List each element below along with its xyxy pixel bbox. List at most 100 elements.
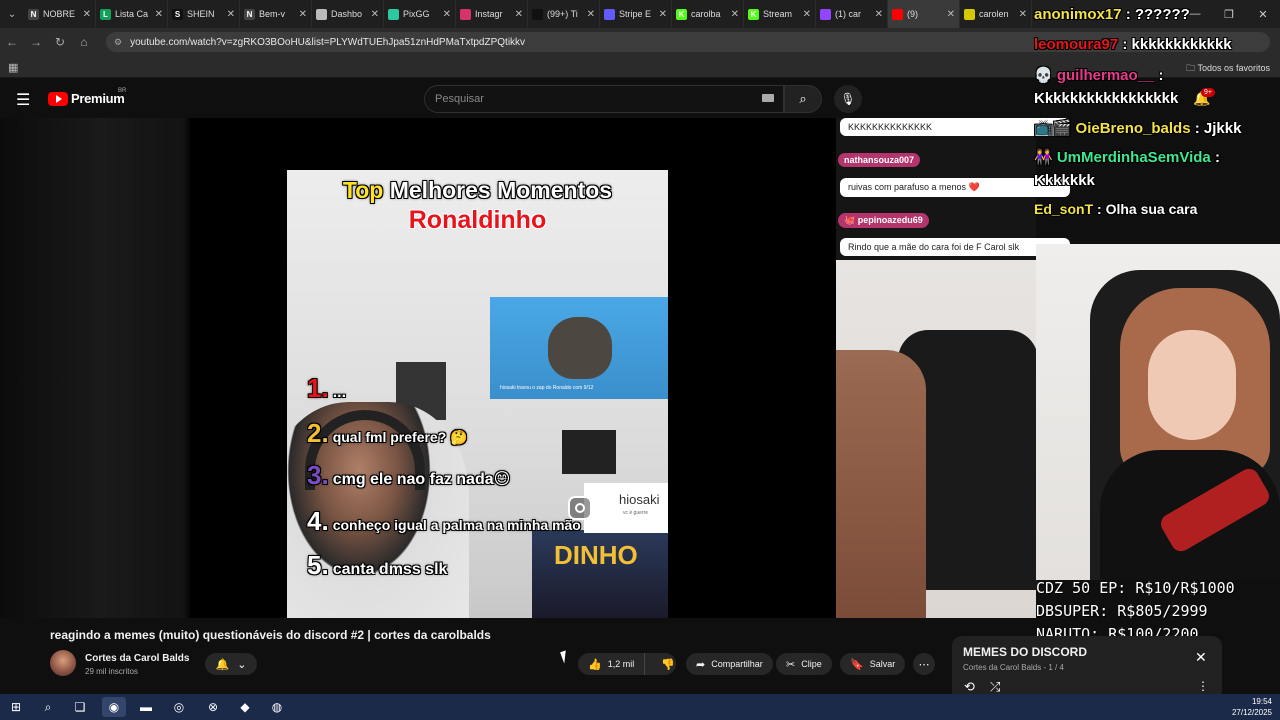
tab-favicon-icon: K <box>676 8 687 20</box>
chrome-icon[interactable]: ◉ <box>102 697 126 717</box>
tab-close-icon[interactable]: ✕ <box>1019 9 1027 20</box>
tab-close-icon[interactable]: ✕ <box>371 9 379 20</box>
tab-close-icon[interactable]: ✕ <box>587 9 595 20</box>
tab-close-icon[interactable]: ✕ <box>299 9 307 20</box>
like-button[interactable]: 👍 1,2 mil <box>578 653 646 675</box>
xbox-icon[interactable]: ⊗ <box>201 697 225 717</box>
chevron-down-icon: ⌄ <box>237 658 247 671</box>
tab-favicon-icon <box>388 8 399 20</box>
browser-tab[interactable]: Kcarolba ✕ <box>672 0 744 28</box>
site-info-icon[interactable]: ⚙ <box>114 37 122 48</box>
reload-icon[interactable]: ↻ <box>48 28 72 56</box>
browser-tab[interactable]: Dashbo ✕ <box>312 0 384 28</box>
dislike-button[interactable]: 👎 <box>651 653 685 675</box>
share-button[interactable]: ➦ Compartilhar <box>686 653 773 675</box>
browser-tab[interactable]: N Bem-v ✕ <box>240 0 312 28</box>
meme-item-text: canta dmss slk <box>332 561 448 578</box>
channel-avatar[interactable] <box>50 650 76 676</box>
playlist-panel: MEMES DO DISCORD Cortes da Carol Balds -… <box>952 636 1222 698</box>
search-taskbar-icon[interactable]: ⌕ <box>36 697 60 717</box>
clip-button[interactable]: ✂ Clipe <box>776 653 832 675</box>
tab-close-icon[interactable]: ✕ <box>731 9 739 20</box>
more-vertical-icon[interactable]: ⋮ <box>1197 679 1209 693</box>
forward-icon[interactable]: → <box>24 28 48 56</box>
tab-label: carolba <box>691 9 721 19</box>
mouse-cursor <box>560 650 570 664</box>
home-icon[interactable]: ⌂ <box>72 28 96 56</box>
meme-item-number: 1. <box>307 373 329 403</box>
subscribed-button[interactable]: 🔔 ⌄ <box>205 653 257 675</box>
poster-image <box>562 430 616 474</box>
store-icon[interactable]: ◆ <box>233 697 257 717</box>
apps-icon[interactable]: ▦ <box>8 61 18 74</box>
browser-tab[interactable]: Instagr ✕ <box>456 0 528 28</box>
system-clock[interactable]: 19:54 27/12/2025 <box>1232 696 1272 718</box>
twitch-chat-msg: : <box>1210 149 1220 166</box>
hiosaki-card <box>584 483 668 533</box>
playlist-title[interactable]: MEMES DO DISCORD <box>963 645 1087 659</box>
playlist-position: 1 / 4 <box>1048 663 1064 672</box>
tab-close-icon[interactable]: ✕ <box>155 9 163 20</box>
shuffle-icon[interactable]: ⤮ <box>990 679 1000 695</box>
tab-label: Stream <box>763 9 793 19</box>
tab-label: (99+) Ti <box>547 9 578 19</box>
tab-label: Bem-v <box>259 9 286 19</box>
browser-tab[interactable]: PixGG ✕ <box>384 0 456 28</box>
browser-tab[interactable]: K Stream ✕ <box>744 0 816 28</box>
tab-close-icon[interactable]: ✕ <box>803 9 811 20</box>
twitch-chat-line: Ed_sonT : Olha sua cara <box>1034 201 1197 217</box>
browser-tab[interactable]: (99+) Ti ✕ <box>528 0 600 28</box>
tab-close-icon[interactable]: ✕ <box>875 9 883 20</box>
task-view-icon[interactable]: ❏ <box>68 697 92 717</box>
search-button[interactable]: ⌕ <box>784 85 822 113</box>
browser-tab[interactable]: carolen ✕ <box>960 0 1032 28</box>
meme-item: 2. qual fml prefere? 🤔 <box>307 418 468 449</box>
meme-item-text: conheço igual a palma na minha mão <box>332 517 581 533</box>
twitch-chat-msg: : kkkkkkkkkkkk <box>1118 36 1232 53</box>
tab-label: Stripe E <box>619 9 652 19</box>
tab-label: SHEIN <box>187 9 215 19</box>
search-input[interactable]: Pesquisar <box>424 85 784 113</box>
tab-close-icon[interactable]: ✕ <box>659 9 667 20</box>
browser-tab[interactable]: (9) ✕ <box>888 0 960 28</box>
youtube-logo[interactable]: Premium <box>48 91 125 106</box>
browser-tab[interactable]: Stripe E ✕ <box>600 0 672 28</box>
playlist-channel[interactable]: Cortes da Carol Balds <box>963 663 1041 672</box>
tab-label: carolen <box>979 9 1009 19</box>
tab-favicon-icon <box>532 8 543 20</box>
browser-tab[interactable]: L Lista Ca ✕ <box>96 0 168 28</box>
close-icon[interactable]: ✕ <box>1195 649 1207 666</box>
keyboard-icon[interactable] <box>762 94 774 102</box>
browser-tab[interactable]: N NOBRE ✕ <box>24 0 96 28</box>
channel-name[interactable]: Cortes da Carol Balds <box>85 653 189 664</box>
tab-favicon-icon: L <box>100 8 111 20</box>
mic-icon: 🎙 <box>840 92 856 106</box>
tab-close-icon[interactable]: ✕ <box>947 9 955 20</box>
save-button[interactable]: 🔖 Salvar <box>840 653 906 675</box>
rat-caption: hiosaki travou o zap do Ronaldo com 9/12 <box>500 385 594 391</box>
meme-item-number: 3. <box>307 460 329 490</box>
tab-close-icon[interactable]: ✕ <box>83 9 91 20</box>
start-icon[interactable]: ⊞ <box>4 697 28 717</box>
tab-close-icon[interactable]: ✕ <box>515 9 523 20</box>
tab-close-icon[interactable]: ✕ <box>227 9 235 20</box>
file-explorer-icon[interactable]: ▬ <box>134 697 158 717</box>
discord-icon[interactable]: ◎ <box>167 697 191 717</box>
tab-search-icon[interactable]: ⌄ <box>0 0 24 28</box>
meme-item-number: 5. <box>307 550 329 580</box>
more-actions-button[interactable]: ⋯ <box>913 653 935 675</box>
voice-search-button[interactable]: 🎙 <box>834 85 862 113</box>
clock-date: 27/12/2025 <box>1231 708 1272 717</box>
loop-icon[interactable]: ⟲ <box>964 679 975 695</box>
tab-favicon-icon <box>892 8 903 20</box>
tab-close-icon[interactable]: ✕ <box>443 9 451 20</box>
twitch-chat-user: 👭 UmMerdinhaSemVida <box>1034 149 1211 166</box>
obs-icon[interactable]: ◍ <box>265 697 289 717</box>
menu-icon[interactable]: ☰ <box>16 90 30 110</box>
back-icon[interactable]: ← <box>0 28 24 56</box>
video-title: reagindo a memes (muito) questionáveis d… <box>50 628 491 642</box>
browser-tab[interactable]: (1) car ✕ <box>816 0 888 28</box>
browser-tab[interactable]: S SHEIN ✕ <box>168 0 240 28</box>
share-label: Compartilhar <box>711 659 763 669</box>
twitch-chat-msg: : Olha sua cara <box>1093 201 1198 217</box>
